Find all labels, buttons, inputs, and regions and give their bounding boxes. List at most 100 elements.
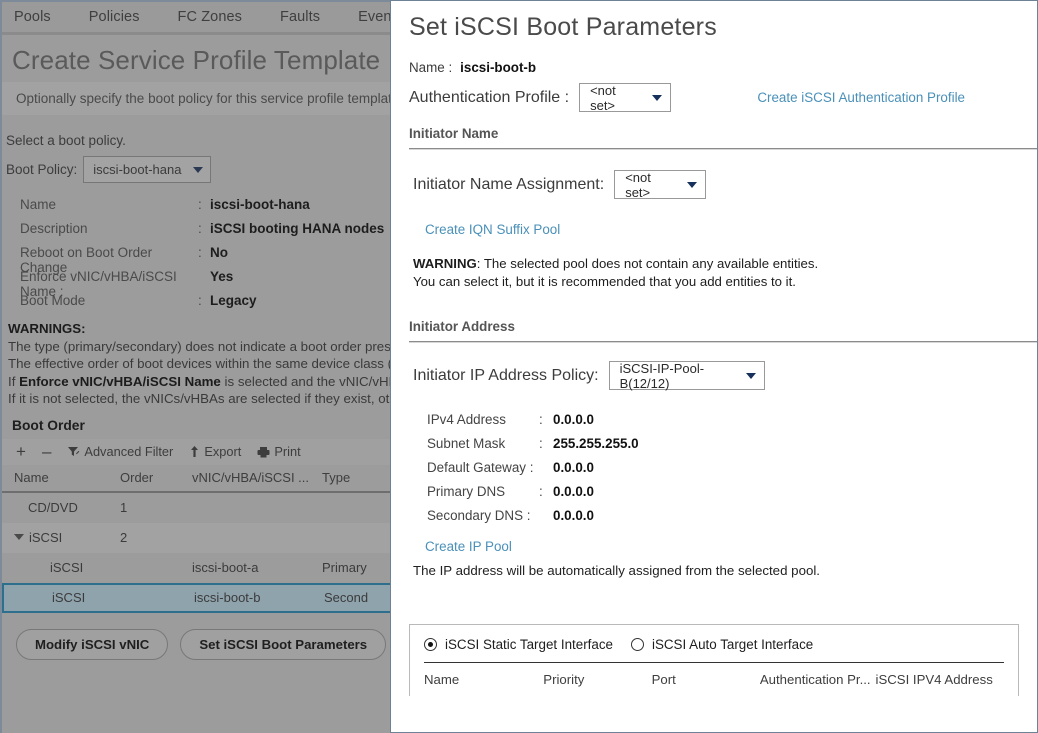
pool-warning-line-1: WARNING: The selected pool does not cont… — [413, 255, 1037, 273]
chevron-down-icon — [652, 95, 662, 101]
initiator-name-assignment-value: <not set> — [625, 170, 675, 200]
detail-value: Legacy — [210, 293, 257, 308]
boot-policy-dropdown[interactable]: iscsi-boot-hana — [83, 156, 211, 183]
create-iqn-suffix-pool-row: Create IQN Suffix Pool — [391, 199, 1037, 239]
detail-colon: : — [198, 293, 210, 308]
tab-policies[interactable]: Policies — [89, 9, 140, 25]
initiator-name-assignment-dropdown[interactable]: <not set> — [614, 170, 706, 199]
create-ip-pool-link[interactable]: Create IP Pool — [425, 539, 512, 554]
ip-pool-note: The IP address will be automatically ass… — [391, 556, 1037, 578]
detail-value: iSCSI booting HANA nodes — [210, 221, 384, 236]
chevron-down-icon — [687, 182, 697, 188]
address-field-row: Default Gateway : 0.0.0.0 — [391, 460, 1037, 484]
set-iscsi-boot-parameters-button[interactable]: Set iSCSI Boot Parameters — [180, 629, 386, 660]
detail-colon: : — [198, 197, 210, 212]
column-header-port[interactable]: Port — [652, 672, 760, 687]
initiator-address-section-heading: Initiator Address — [391, 291, 1037, 341]
create-iqn-suffix-pool-link[interactable]: Create IQN Suffix Pool — [425, 222, 560, 237]
cell-order: 1 — [120, 500, 192, 515]
warning-bold-label: WARNING — [413, 256, 477, 271]
detail-colon: : — [198, 245, 210, 260]
tab-faults[interactable]: Faults — [280, 9, 320, 25]
screen-root: Pools Policies FC Zones Faults Events Cr… — [0, 0, 1038, 733]
name-label: Name : — [409, 60, 452, 75]
export-icon — [189, 446, 200, 458]
radio-iscsi-static-target-interface[interactable] — [424, 638, 437, 651]
target-interface-panel: iSCSI Static Target Interface iSCSI Auto… — [409, 624, 1019, 696]
expander-triangle-icon[interactable] — [14, 534, 24, 540]
chevron-down-icon — [193, 167, 203, 173]
field-value: 0.0.0.0 — [553, 460, 594, 475]
column-header-iscsi-ipv4-address[interactable]: iSCSI IPV4 Address — [876, 672, 1004, 687]
column-header-order[interactable]: Order — [120, 470, 192, 485]
authentication-profile-dropdown[interactable]: <not set> — [579, 83, 671, 112]
field-colon: : — [539, 484, 553, 499]
initiator-ip-address-policy-label: Initiator IP Address Policy: — [413, 367, 599, 385]
cell-type: Primary — [322, 560, 392, 575]
cell-vnic: iscsi-boot-a — [192, 560, 322, 575]
cell-name: iSCSI — [2, 560, 120, 575]
column-header-name[interactable]: Name — [2, 470, 120, 485]
target-interface-radio-group: iSCSI Static Target Interface iSCSI Auto… — [410, 625, 1018, 662]
field-key: Secondary DNS : — [427, 508, 539, 523]
warning-rest: : The selected pool does not contain any… — [477, 256, 818, 271]
initiator-ip-address-policy-dropdown[interactable]: iSCSI-IP-Pool-B(12/12) — [609, 361, 765, 390]
auto-target-label: iSCSI Auto Target Interface — [652, 637, 813, 652]
create-ip-pool-row: Create IP Pool — [391, 532, 1037, 556]
create-iscsi-authentication-profile-link[interactable]: Create iSCSI Authentication Profile — [757, 90, 965, 105]
advanced-filter-button[interactable]: Advanced Filter — [67, 444, 173, 459]
field-value: 255.255.255.0 — [553, 436, 639, 451]
address-field-row: Primary DNS : 0.0.0.0 — [391, 484, 1037, 508]
field-key: IPv4 Address — [427, 412, 539, 427]
detail-key: Name — [20, 197, 198, 212]
add-button[interactable]: + — [16, 446, 26, 458]
advanced-filter-label: Advanced Filter — [84, 444, 173, 459]
remove-button[interactable]: – — [42, 446, 51, 458]
detail-key: Description — [20, 221, 198, 236]
column-header-priority[interactable]: Priority — [543, 672, 651, 687]
column-header-authentication-profile[interactable]: Authentication Pr... — [760, 672, 876, 687]
initiator-name-section-heading: Initiator Name — [391, 112, 1037, 148]
boot-policy-label: Boot Policy: — [6, 162, 77, 177]
cell-order: 2 — [120, 530, 192, 545]
authentication-profile-value: <not set> — [590, 83, 640, 113]
pool-warning-text: WARNING: The selected pool does not cont… — [391, 239, 1037, 291]
column-header-vnic[interactable]: vNIC/vHBA/iSCSI ... — [192, 470, 322, 485]
dialog-title: Set iSCSI Boot Parameters — [391, 1, 1037, 46]
detail-value: Yes — [210, 269, 233, 284]
initiator-name-assignment-row: Initiator Name Assignment: <not set> — [391, 150, 1037, 199]
detail-value: iscsi-boot-hana — [210, 197, 310, 212]
column-header-type[interactable]: Type — [322, 470, 392, 485]
cell-name: iSCSI — [29, 530, 62, 545]
radio-iscsi-auto-target-interface[interactable] — [631, 638, 644, 651]
pool-warning-line-2: You can select it, but it is recommended… — [413, 273, 1037, 291]
field-key: Primary DNS — [427, 484, 539, 499]
initiator-address-fields: IPv4 Address : 0.0.0.0 Subnet Mask : 255… — [391, 390, 1037, 532]
authentication-profile-row: Authentication Profile : <not set> Creat… — [391, 75, 1037, 112]
authentication-profile-label: Authentication Profile : — [409, 89, 569, 107]
cell-vnic: iscsi-boot-b — [194, 590, 324, 605]
chevron-down-icon — [746, 373, 756, 379]
field-value: 0.0.0.0 — [553, 508, 594, 523]
initiator-ip-address-policy-row: Initiator IP Address Policy: iSCSI-IP-Po… — [391, 343, 1037, 390]
print-button[interactable]: Print — [257, 444, 300, 459]
cell-type: Second — [324, 590, 394, 605]
static-target-label: iSCSI Static Target Interface — [445, 637, 613, 652]
modify-iscsi-vnic-button[interactable]: Modify iSCSI vNIC — [16, 629, 168, 660]
cell-name: CD/DVD — [2, 500, 120, 515]
filter-icon — [67, 446, 80, 458]
address-field-row: Subnet Mask : 255.255.255.0 — [391, 436, 1037, 460]
detail-colon: : — [198, 221, 210, 236]
tab-pools[interactable]: Pools — [14, 9, 51, 25]
field-colon: : — [539, 412, 553, 427]
boot-policy-value: iscsi-boot-hana — [93, 162, 181, 177]
set-iscsi-boot-parameters-dialog: Set iSCSI Boot Parameters Name : iscsi-b… — [390, 0, 1038, 733]
detail-key: Boot Mode — [20, 293, 198, 308]
field-key: Subnet Mask — [427, 436, 539, 451]
field-key: Default Gateway : — [427, 460, 539, 475]
column-header-name[interactable]: Name — [424, 672, 543, 687]
cell-name: iSCSI — [4, 590, 122, 605]
export-label: Export — [204, 444, 241, 459]
export-button[interactable]: Export — [189, 444, 241, 459]
tab-fc-zones[interactable]: FC Zones — [178, 9, 242, 25]
